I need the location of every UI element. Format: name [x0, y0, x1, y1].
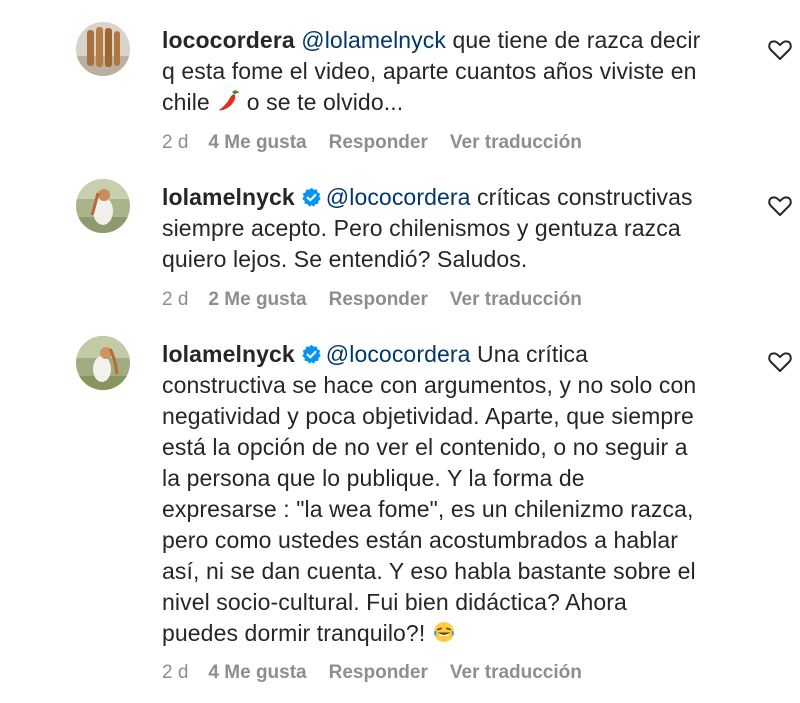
likes-count[interactable]: 4 Me gusta — [208, 662, 306, 684]
comment-text: lolamelnyck @lococordera Una crítica cons… — [162, 339, 742, 652]
reply-button[interactable]: Responder — [329, 662, 428, 684]
avatar[interactable] — [76, 336, 130, 390]
verified-badge-icon — [301, 185, 322, 207]
comment-text: lolamelnyck @lococordera críticas constru… — [162, 184, 693, 272]
comment-text: lococordera @lolamelnyck que tiene de ra… — [162, 25, 742, 121]
translate-button[interactable]: Ver traducción — [450, 662, 582, 684]
heart-icon[interactable] — [767, 350, 793, 374]
username[interactable]: lolamelnyck — [162, 341, 295, 367]
comment-meta: 2 d 4 Me gusta Responder Ver traducción — [162, 662, 582, 684]
chili-pepper-icon — [216, 89, 240, 121]
likes-count[interactable]: 2 Me gusta — [208, 289, 306, 311]
avatar[interactable] — [76, 22, 130, 76]
heart-icon[interactable] — [767, 194, 793, 218]
timestamp[interactable]: 2 d — [162, 662, 188, 684]
heart-icon[interactable] — [767, 38, 793, 62]
reply-button[interactable]: Responder — [329, 289, 428, 311]
comment-meta: 2 d 4 Me gusta Responder Ver traducción — [162, 132, 582, 154]
mention-link[interactable]: @lolamelnyck — [301, 27, 446, 53]
mention-link[interactable]: @lococordera — [326, 184, 471, 210]
verified-badge-icon — [301, 342, 322, 364]
username[interactable]: lolamelnyck — [162, 184, 295, 210]
timestamp[interactable]: 2 d — [162, 132, 188, 154]
username[interactable]: lococordera — [162, 27, 295, 53]
comment-meta: 2 d 2 Me gusta Responder Ver traducción — [162, 289, 582, 311]
reply-button[interactable]: Responder — [329, 132, 428, 154]
translate-button[interactable]: Ver traducción — [450, 132, 582, 154]
avatar[interactable] — [76, 179, 130, 233]
mention-link[interactable]: @lococordera — [326, 341, 471, 367]
likes-count[interactable]: 4 Me gusta — [208, 132, 306, 154]
timestamp[interactable]: 2 d — [162, 289, 188, 311]
translate-button[interactable]: Ver traducción — [450, 289, 582, 311]
laughing-tears-icon — [432, 620, 456, 652]
